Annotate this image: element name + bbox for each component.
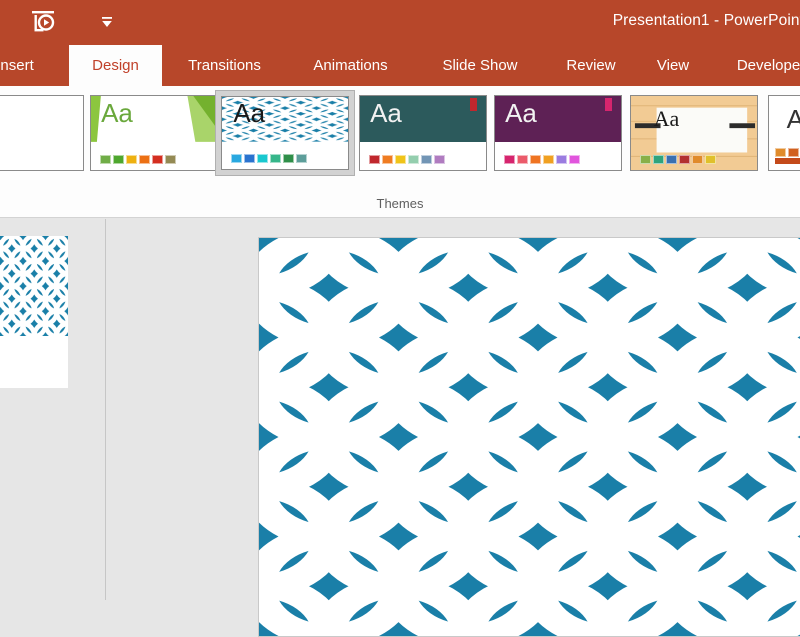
theme-color-swatches [230, 154, 307, 164]
workspace [0, 219, 800, 637]
theme-color-swatch [555, 155, 567, 165]
theme-color-swatch [788, 147, 799, 157]
tab-label: Design [92, 57, 139, 74]
theme-color-swatch [243, 154, 255, 164]
theme-color-swatch [125, 155, 137, 165]
theme-thumbnail-berlin-theme[interactable]: Aa [494, 95, 622, 171]
theme-color-swatch [394, 155, 406, 165]
theme-color-swatch [503, 155, 515, 165]
theme-thumbnail-facet-theme[interactable]: Aa [90, 95, 218, 171]
theme-thumbnail-badge-theme[interactable]: Aa [359, 95, 487, 171]
theme-color-swatch [665, 155, 677, 165]
theme-preview-aa-text: Aa [101, 98, 133, 129]
theme-thumbnail-wisp-theme[interactable]: Aa [768, 95, 800, 171]
theme-color-swatch [151, 155, 163, 165]
theme-color-swatch [704, 155, 716, 165]
theme-color-swatch [381, 155, 393, 165]
themes-group-label: Themes [376, 196, 424, 211]
theme-thumbnail-wood-type-theme[interactable]: Aa [630, 95, 758, 171]
theme-color-swatches [775, 147, 800, 157]
ribbon: Aa Aa Aa Aa Aa Themes [0, 86, 800, 218]
theme-color-swatch [529, 155, 541, 165]
theme-thumbnail-frame: Aa [631, 96, 757, 170]
theme-color-swatch [516, 155, 528, 165]
customize-qat-caret-icon[interactable] [96, 14, 118, 30]
slide-canvas[interactable] [258, 237, 800, 637]
theme-preview-aa-text: Aa [370, 98, 402, 129]
theme-color-swatches [99, 155, 176, 165]
theme-color-swatch [639, 155, 651, 165]
theme-accent-marker [605, 98, 612, 111]
theme-color-swatch [420, 155, 432, 165]
theme-color-swatch [368, 155, 380, 165]
theme-thumbnail-frame: Aa [360, 96, 486, 170]
theme-preview-band [0, 96, 83, 142]
tab-label: Developer [736, 57, 800, 74]
theme-color-swatch [112, 155, 124, 165]
slide-thumbnail-pane[interactable] [0, 219, 105, 600]
theme-color-swatch [269, 154, 281, 164]
theme-color-swatches [639, 155, 716, 165]
tab-label: Review [566, 57, 616, 74]
theme-color-swatch [295, 154, 307, 164]
theme-preview-aa-text: Aa [653, 105, 680, 131]
window-title: Presentation1 - PowerPoint [612, 12, 800, 29]
theme-color-swatch [99, 155, 111, 165]
tab-label: Slide Show [442, 57, 518, 74]
theme-color-swatch [230, 154, 242, 164]
present-icon[interactable] [28, 8, 58, 36]
theme-color-swatches [368, 155, 445, 165]
theme-preview-aa-text: Aa [233, 97, 266, 128]
theme-preview-aa-text: Aa [505, 98, 537, 129]
tab-label: View [656, 57, 690, 74]
theme-color-swatch [256, 154, 268, 164]
theme-color-swatch [138, 155, 150, 165]
theme-thumbnail-frame: Aa [221, 96, 349, 170]
tab-label: Transitions [188, 57, 261, 74]
tab-label: Animations [313, 57, 388, 74]
theme-color-swatch [407, 155, 419, 165]
slide-1-thumbnail[interactable] [0, 236, 68, 388]
tab-insert[interactable]: Insert [0, 45, 54, 86]
theme-color-swatches [503, 155, 580, 165]
tab-transitions[interactable]: Transitions [168, 45, 281, 86]
theme-preview-aa-text: Aa [787, 106, 800, 132]
theme-thumbnail-frame: Aa [769, 96, 800, 170]
tab-label: Insert [0, 57, 34, 74]
theme-color-swatch [568, 155, 580, 165]
theme-color-swatch [542, 155, 554, 165]
title-bar: Presentation1 - PowerPoint [0, 0, 800, 45]
theme-color-swatch [164, 155, 176, 165]
tab-review[interactable]: Review [550, 45, 632, 86]
theme-accent-marker [470, 98, 477, 111]
theme-thumbnail-frame: Aa [495, 96, 621, 170]
tab-design[interactable]: Design [69, 45, 162, 86]
tab-animations[interactable]: Animations [291, 45, 410, 86]
themes-gallery[interactable]: Aa Aa Aa Aa Aa [0, 86, 800, 190]
theme-color-swatch [652, 155, 664, 165]
slide-thumbnail-pattern [0, 236, 68, 337]
theme-accent-bar [775, 158, 800, 164]
theme-thumbnail-frame [0, 96, 83, 170]
slide-background-pattern [259, 238, 800, 636]
tab-view[interactable]: View [642, 45, 704, 86]
theme-color-swatch [678, 155, 690, 165]
theme-thumbnail-circle-pattern-theme[interactable]: Aa [215, 90, 355, 176]
ribbon-tab-strip: Insert Design Transitions Animations Slide S… [0, 45, 800, 86]
theme-color-swatch [282, 154, 294, 164]
slide-stage [106, 219, 800, 637]
tab-slide-show[interactable]: Slide Show [422, 45, 538, 86]
theme-color-swatch [691, 155, 703, 165]
theme-color-swatch [775, 147, 786, 157]
theme-thumbnail-office-theme[interactable] [0, 95, 84, 171]
theme-color-swatch [433, 155, 445, 165]
tab-developer[interactable]: Developer [716, 45, 800, 86]
theme-thumbnail-frame: Aa [91, 96, 217, 170]
